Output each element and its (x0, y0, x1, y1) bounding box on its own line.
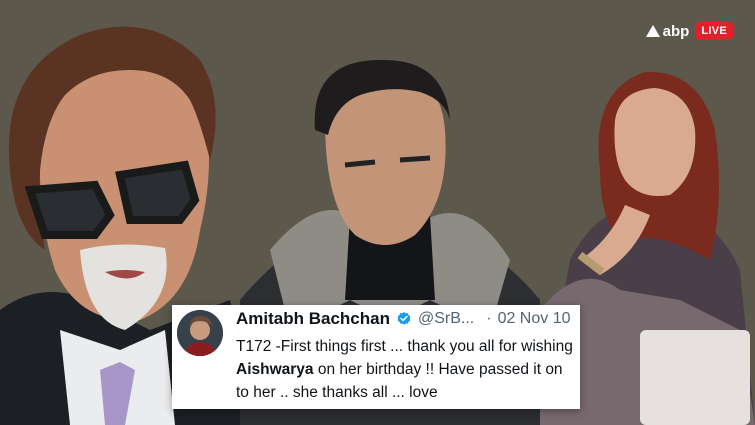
tweet-card: Amitabh Bachchan @SrB... · 02 Nov 10 T17… (172, 305, 580, 409)
verified-badge-icon (397, 312, 411, 325)
avatar (177, 310, 223, 356)
author-name[interactable]: Amitabh Bachchan (236, 309, 390, 329)
tweet-date[interactable]: 02 Nov 10 (498, 310, 571, 328)
tweet-text-part1: T172 -First things first ... thank you a… (236, 338, 573, 355)
logo-text: abp (662, 22, 690, 40)
stool-decor (640, 330, 750, 425)
abp-logo-mark: abp (645, 22, 690, 40)
tweet-text-bold: Aishwarya (236, 361, 314, 378)
live-badge: LIVE (695, 22, 733, 40)
tweet-header: Amitabh Bachchan @SrB... · 02 Nov 10 (236, 309, 571, 329)
abp-logo-icon (645, 25, 660, 37)
tweet-text: T172 -First things first ... thank you a… (236, 335, 574, 404)
thumbnail-stage: abp LIVE Amitabh Bachchan @SrB... · 02 N… (0, 0, 755, 425)
author-handle[interactable]: @SrB... (418, 310, 474, 328)
meta-separator: · (486, 310, 492, 327)
abp-logo: abp LIVE (645, 22, 733, 40)
